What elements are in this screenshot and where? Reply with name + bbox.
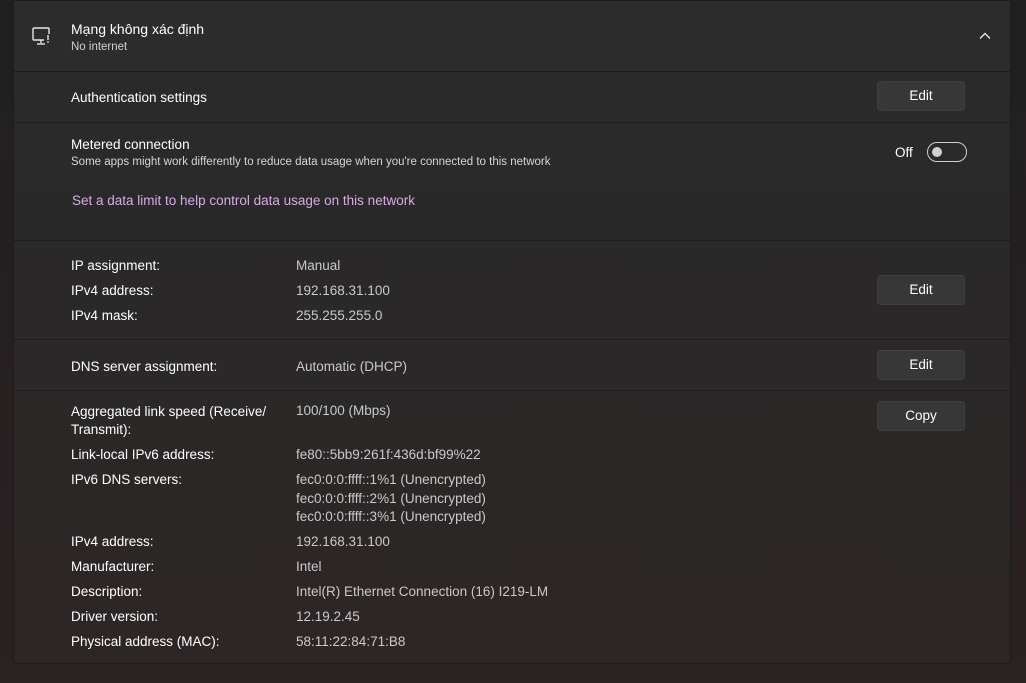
ipv6-dns-value-2: fec0:0:0:ffff::2%1 (Unencrypted) [296,491,486,506]
ip-edit-button[interactable]: Edit [877,275,965,305]
ipv6-address-label: Link-local IPv6 address: [71,447,215,462]
metered-toggle-state: Off [895,145,913,160]
driver-version-value: 12.19.2.45 [296,609,360,624]
toggle-knob [932,147,942,157]
description-value: Intel(R) Ethernet Connection (16) I219-L… [296,584,549,599]
link-speed-label-line1: Aggregated link speed (Receive/ [71,404,267,419]
mac-address-label: Physical address (MAC): [71,634,220,649]
ipv6-dns-value-1: fec0:0:0:ffff::1%1 (Unencrypted) [296,472,486,487]
dns-section: DNS server assignment: Automatic (DHCP) … [14,340,1010,391]
dns-assignment-value: Automatic (DHCP) [296,359,408,374]
manufacturer-value: Intel [296,559,322,574]
ipv4-address-label: IPv4 address: [71,283,154,298]
description-label: Description: [71,584,143,599]
ipv6-dns-label: IPv6 DNS servers: [71,472,183,487]
authentication-section: Authentication settings Edit [14,72,1010,123]
adapter-ipv4-label: IPv4 address: [71,534,154,549]
ipv4-mask-value: 255.255.255.0 [296,308,383,323]
metered-connection-title: Metered connection [71,137,190,152]
link-speed-label-line2: Transmit): [71,422,132,437]
ipv6-address-value: fe80::5bb9:261f:436d:bf99%22 [296,447,481,462]
metered-connection-section: Metered connection Some apps might work … [14,123,1010,241]
link-speed-value: 100/100 (Mbps) [296,403,391,418]
metered-connection-description: Some apps might work differently to redu… [71,156,551,168]
ethernet-icon [32,27,52,45]
authentication-settings-label: Authentication settings [71,90,207,105]
network-status: No internet [71,41,128,53]
metered-connection-toggle[interactable] [927,142,967,162]
dns-assignment-label: DNS server assignment: [71,359,218,374]
network-header[interactable]: Mạng không xác định No internet [14,1,1010,72]
driver-version-label: Driver version: [71,609,159,624]
chevron-up-icon[interactable] [978,29,992,43]
network-properties-panel: Mạng không xác định No internet Authenti… [13,0,1011,664]
ip-assignment-value: Manual [296,258,341,273]
ipv4-mask-label: IPv4 mask: [71,308,138,323]
dns-edit-button[interactable]: Edit [877,350,965,380]
auth-edit-button[interactable]: Edit [877,81,965,111]
copy-button[interactable]: Copy [877,401,965,431]
ipv6-dns-value-3: fec0:0:0:ffff::3%1 (Unencrypted) [296,509,486,524]
manufacturer-label: Manufacturer: [71,559,155,574]
network-name: Mạng không xác định [71,21,205,37]
ip-assignment-label: IP assignment: [71,258,161,273]
data-limit-link[interactable]: Set a data limit to help control data us… [72,193,415,208]
mac-address-value: 58:11:22:84:71:B8 [296,634,406,649]
adapter-properties-section: Copy Aggregated link speed (Receive/ Tra… [14,391,1010,663]
adapter-ipv4-value: 192.168.31.100 [296,534,390,549]
ip-settings-section: IP assignment: Manual IPv4 address: 192.… [14,241,1010,340]
ipv4-address-value: 192.168.31.100 [296,283,390,298]
